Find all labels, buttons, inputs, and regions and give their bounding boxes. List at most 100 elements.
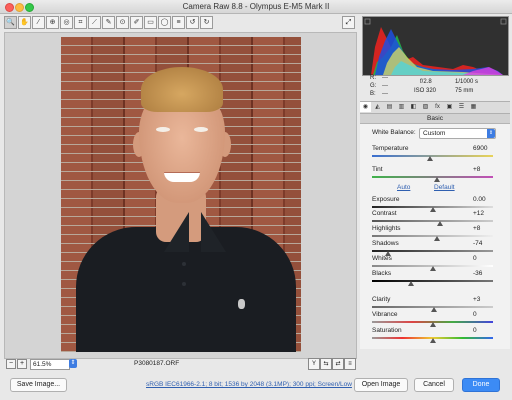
auto-link[interactable]: Auto (397, 184, 410, 191)
clarity-slider-thumb[interactable] (431, 307, 438, 312)
panel-tab-0[interactable]: ◉ (360, 102, 371, 112)
r-label: R: (370, 75, 376, 81)
done-button[interactable]: Done (462, 378, 500, 392)
clarity-label: Clarity (372, 296, 391, 303)
tint-label: Tint (372, 166, 383, 173)
vibrance-slider-thumb[interactable] (429, 322, 436, 327)
exposure-value-field[interactable]: 0.00 (473, 196, 493, 203)
adjustment-brush-tool[interactable]: ✐ (130, 16, 143, 29)
hand-tool[interactable]: ✋ (18, 16, 31, 29)
panel-tab-5[interactable]: ▨ (420, 102, 431, 112)
contrast-value-field[interactable]: +12 (473, 210, 493, 217)
shadows-value-field[interactable]: -74 (473, 240, 493, 247)
tool-bar: 🔍 ✋ ⁄ ⊕ ◎ ⌗ ⟋ ✎ ⊙ ✐ ▭ ◯ ≡ ↺ ↻ (4, 16, 213, 29)
compare-views-icon[interactable]: ⇆ (320, 358, 332, 370)
panel-tab-9[interactable]: ▦ (468, 102, 479, 112)
default-link[interactable]: Default (434, 184, 455, 191)
tint-slider-thumb[interactable] (434, 177, 441, 182)
b-label: B: (370, 91, 376, 97)
dropdown-arrow-icon: ⇕ (487, 129, 495, 138)
window-title: Camera Raw 8.8 - Olympus E-M5 Mark II (182, 2, 330, 11)
b-value: --- (382, 91, 388, 97)
blacks-slider-thumb[interactable] (407, 281, 414, 286)
shirt-logo (238, 299, 245, 309)
zoom-dropdown-icon[interactable]: ⇕ (69, 359, 77, 368)
save-image-button[interactable]: Save Image... (10, 378, 67, 392)
preferences-tool[interactable]: ≡ (172, 16, 185, 29)
temperature-label: Temperature (372, 145, 409, 152)
g-label: G: (370, 83, 377, 89)
zoom-tool[interactable]: 🔍 (4, 16, 17, 29)
status-bar: − + 61.5% ⇕ P3080187.ORF Y ⇆ ⇄ ≡ (4, 358, 356, 370)
shutter-value: 1/1000 s (455, 79, 479, 85)
clarity-value-field[interactable]: +3 (473, 296, 493, 303)
tint-value-field[interactable]: +8 (473, 166, 493, 173)
preview-toggle-button[interactable]: ⤢ (342, 16, 355, 29)
panel-tabs: ◉ ◭ ▤ ▥ ◧ ▨ fx ▣ ☰ ▦ (360, 101, 510, 114)
rotate-ccw-tool[interactable]: ↺ (186, 16, 199, 29)
zoom-out-button[interactable]: − (6, 359, 16, 369)
saturation-label: Saturation (372, 327, 402, 334)
panel-tab-8[interactable]: ☰ (456, 102, 467, 112)
whites-slider-thumb[interactable] (429, 266, 436, 271)
eye-right (194, 127, 208, 132)
highlights-value-field[interactable]: +8 (473, 225, 493, 232)
color-sampler-tool[interactable]: ⊕ (46, 16, 59, 29)
panel-tab-2[interactable]: ▤ (384, 102, 395, 112)
zoom-level-field[interactable]: 61.5% (30, 359, 70, 370)
highlights-label: Highlights (372, 225, 401, 232)
crop-tool[interactable]: ⌗ (74, 16, 87, 29)
filter-icon[interactable]: Y (308, 358, 320, 370)
photo-preview (61, 37, 301, 352)
eye-left (156, 127, 170, 132)
zoom-in-button[interactable]: + (17, 359, 27, 369)
red-eye-tool[interactable]: ⊙ (116, 16, 129, 29)
panel-tab-3[interactable]: ▥ (396, 102, 407, 112)
whites-label: Whites (372, 255, 392, 262)
title-bar: Camera Raw 8.8 - Olympus E-M5 Mark II (0, 0, 512, 14)
blacks-label: Blacks (372, 270, 392, 277)
section-title: Basic (360, 114, 510, 124)
tint-slider[interactable] (372, 176, 493, 178)
exposure-slider-thumb[interactable] (429, 207, 436, 212)
collar-left (139, 212, 189, 252)
swap-icon[interactable]: ⇄ (332, 358, 344, 370)
shadows-label: Shadows (372, 240, 399, 247)
panel-tab-1[interactable]: ◭ (372, 102, 383, 112)
cancel-button[interactable]: Cancel (414, 378, 454, 392)
blacks-slider[interactable] (372, 280, 493, 282)
rotate-cw-tool[interactable]: ↻ (200, 16, 213, 29)
contrast-slider-thumb[interactable] (436, 221, 443, 226)
graduated-filter-tool[interactable]: ▭ (144, 16, 157, 29)
vibrance-value-field[interactable]: 0 (473, 311, 493, 318)
whites-value-field[interactable]: 0 (473, 255, 493, 262)
panel-tab-4[interactable]: ◧ (408, 102, 419, 112)
settings-menu-icon[interactable]: ≡ (344, 358, 356, 370)
temperature-slider-thumb[interactable] (427, 156, 434, 161)
white-balance-tool[interactable]: ⁄ (32, 16, 45, 29)
spot-removal-tool[interactable]: ✎ (102, 16, 115, 29)
saturation-value-field[interactable]: 0 (473, 327, 493, 334)
shirt-button (182, 282, 186, 286)
workflow-options-link[interactable]: sRGB IEC61966-2.1; 8 bit; 1536 by 2048 (… (146, 381, 352, 388)
targeted-adjustment-tool[interactable]: ◎ (60, 16, 73, 29)
contrast-slider[interactable] (372, 220, 493, 222)
shirt-button (182, 262, 186, 266)
white-balance-select[interactable]: Custom ⇕ (419, 128, 496, 139)
saturation-slider-thumb[interactable] (429, 338, 436, 343)
contrast-label: Contrast (372, 210, 397, 217)
open-image-button[interactable]: Open Image (354, 378, 408, 392)
highlights-slider[interactable] (372, 235, 493, 237)
panel-tab-6[interactable]: fx (432, 102, 443, 112)
radial-filter-tool[interactable]: ◯ (158, 16, 171, 29)
file-name: P3080187.ORF (134, 360, 180, 367)
panel-tab-7[interactable]: ▣ (444, 102, 455, 112)
straighten-tool[interactable]: ⟋ (88, 16, 101, 29)
hair (141, 67, 223, 112)
smile (164, 172, 200, 182)
aperture-value: f/2.8 (420, 79, 432, 85)
white-balance-value: Custom (423, 130, 446, 137)
blacks-value-field[interactable]: -36 (473, 270, 493, 277)
temperature-value-field[interactable]: 6900 (473, 145, 493, 152)
highlights-slider-thumb[interactable] (434, 236, 441, 241)
